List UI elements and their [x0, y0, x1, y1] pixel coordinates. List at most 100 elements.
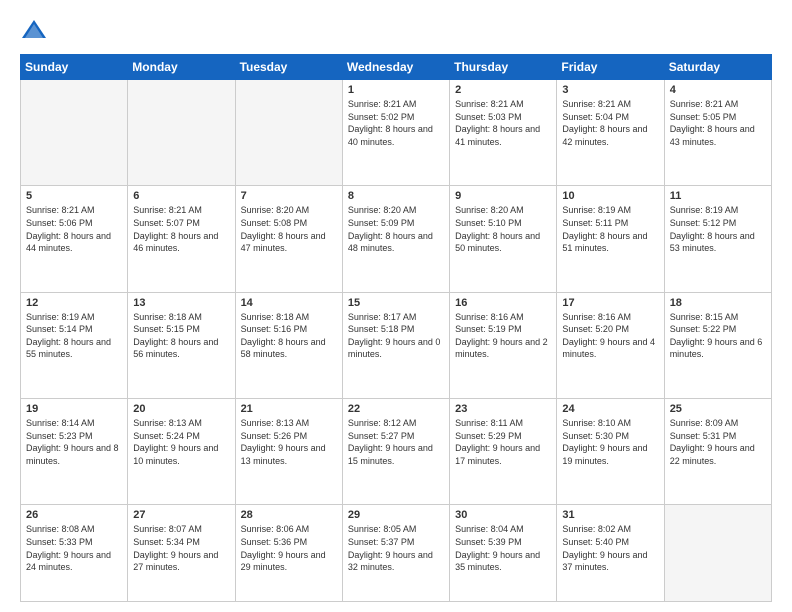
day-info: Sunrise: 8:06 AMSunset: 5:36 PMDaylight:…	[241, 523, 337, 573]
calendar-day-cell: 26 Sunrise: 8:08 AMSunset: 5:33 PMDayligh…	[21, 505, 128, 602]
calendar-header-row: SundayMondayTuesdayWednesdayThursdayFrid…	[21, 55, 772, 80]
day-number: 11	[670, 190, 766, 202]
calendar-day-cell: 10 Sunrise: 8:19 AMSunset: 5:11 PMDayligh…	[557, 186, 664, 292]
calendar-week-row: 1 Sunrise: 8:21 AMSunset: 5:02 PMDaylight…	[21, 80, 772, 186]
calendar-day-cell: 22 Sunrise: 8:12 AMSunset: 5:27 PMDayligh…	[342, 398, 449, 504]
day-info: Sunrise: 8:21 AMSunset: 5:02 PMDaylight:…	[348, 98, 444, 148]
day-info: Sunrise: 8:13 AMSunset: 5:26 PMDaylight:…	[241, 417, 337, 467]
day-number: 28	[241, 509, 337, 521]
day-info: Sunrise: 8:05 AMSunset: 5:37 PMDaylight:…	[348, 523, 444, 573]
calendar-week-row: 12Sunrise: 8:19 AMSunset: 5:14 PMDayligh…	[21, 292, 772, 398]
calendar-day-cell: 24 Sunrise: 8:10 AMSunset: 5:30 PMDayligh…	[557, 398, 664, 504]
day-number: 22	[348, 403, 444, 415]
calendar-day-cell: 3 Sunrise: 8:21 AMSunset: 5:04 PMDaylight…	[557, 80, 664, 186]
day-number: 6	[133, 190, 229, 202]
calendar-table: SundayMondayTuesdayWednesdayThursdayFrid…	[20, 54, 772, 602]
calendar-day-cell: 11 Sunrise: 8:19 AMSunset: 5:12 PMDayligh…	[664, 186, 771, 292]
day-info: Sunrise: 8:14 AMSunset: 5:23 PMDaylight:…	[26, 417, 122, 467]
day-of-week-header: Sunday	[21, 55, 128, 80]
day-number: 5	[26, 190, 122, 202]
calendar-day-cell: 17 Sunrise: 8:16 AMSunset: 5:20 PMDayligh…	[557, 292, 664, 398]
day-number: 4	[670, 84, 766, 96]
calendar-day-cell: 23Sunrise: 8:11 AMSunset: 5:29 PMDayligh…	[450, 398, 557, 504]
logo	[20, 16, 52, 44]
day-number: 23	[455, 403, 551, 415]
calendar-day-cell: 28 Sunrise: 8:06 AMSunset: 5:36 PMDayligh…	[235, 505, 342, 602]
calendar-day-cell: 16 Sunrise: 8:16 AMSunset: 5:19 PMDayligh…	[450, 292, 557, 398]
calendar-day-cell: 20 Sunrise: 8:13 AMSunset: 5:24 PMDayligh…	[128, 398, 235, 504]
day-info: Sunrise: 8:21 AMSunset: 5:07 PMDaylight:…	[133, 204, 229, 254]
day-info: Sunrise: 8:07 AMSunset: 5:34 PMDaylight:…	[133, 523, 229, 573]
day-number: 17	[562, 297, 658, 309]
day-number: 31	[562, 509, 658, 521]
calendar-week-row: 19 Sunrise: 8:14 AMSunset: 5:23 PMDayligh…	[21, 398, 772, 504]
day-number: 26	[26, 509, 122, 521]
calendar-day-cell: 30 Sunrise: 8:04 AMSunset: 5:39 PMDayligh…	[450, 505, 557, 602]
day-number: 15	[348, 297, 444, 309]
day-number: 9	[455, 190, 551, 202]
day-info: Sunrise: 8:20 AMSunset: 5:08 PMDaylight:…	[241, 204, 337, 254]
calendar-day-cell: 21Sunrise: 8:13 AMSunset: 5:26 PMDayligh…	[235, 398, 342, 504]
day-info: Sunrise: 8:16 AMSunset: 5:19 PMDaylight:…	[455, 311, 551, 361]
day-info: Sunrise: 8:20 AMSunset: 5:10 PMDaylight:…	[455, 204, 551, 254]
calendar-week-row: 26 Sunrise: 8:08 AMSunset: 5:33 PMDayligh…	[21, 505, 772, 602]
day-number: 2	[455, 84, 551, 96]
page: SundayMondayTuesdayWednesdayThursdayFrid…	[0, 0, 792, 612]
calendar-day-cell: 18 Sunrise: 8:15 AMSunset: 5:22 PMDayligh…	[664, 292, 771, 398]
day-of-week-header: Friday	[557, 55, 664, 80]
day-number: 24	[562, 403, 658, 415]
day-number: 20	[133, 403, 229, 415]
day-info: Sunrise: 8:16 AMSunset: 5:20 PMDaylight:…	[562, 311, 658, 361]
calendar-day-cell: 25 Sunrise: 8:09 AMSunset: 5:31 PMDayligh…	[664, 398, 771, 504]
day-number: 27	[133, 509, 229, 521]
day-info: Sunrise: 8:18 AMSunset: 5:16 PMDaylight:…	[241, 311, 337, 361]
day-info: Sunrise: 8:18 AMSunset: 5:15 PMDaylight:…	[133, 311, 229, 361]
calendar-day-cell: 14Sunrise: 8:18 AMSunset: 5:16 PMDayligh…	[235, 292, 342, 398]
calendar-day-cell: 7 Sunrise: 8:20 AMSunset: 5:08 PMDaylight…	[235, 186, 342, 292]
calendar-week-row: 5Sunrise: 8:21 AMSunset: 5:06 PMDaylight…	[21, 186, 772, 292]
day-info: Sunrise: 8:02 AMSunset: 5:40 PMDaylight:…	[562, 523, 658, 573]
calendar-day-cell: 15Sunrise: 8:17 AMSunset: 5:18 PMDayligh…	[342, 292, 449, 398]
day-of-week-header: Tuesday	[235, 55, 342, 80]
calendar-day-cell	[235, 80, 342, 186]
day-number: 19	[26, 403, 122, 415]
day-number: 18	[670, 297, 766, 309]
calendar-day-cell: 6 Sunrise: 8:21 AMSunset: 5:07 PMDaylight…	[128, 186, 235, 292]
day-number: 10	[562, 190, 658, 202]
day-number: 3	[562, 84, 658, 96]
calendar-day-cell: 12Sunrise: 8:19 AMSunset: 5:14 PMDayligh…	[21, 292, 128, 398]
day-info: Sunrise: 8:13 AMSunset: 5:24 PMDaylight:…	[133, 417, 229, 467]
day-info: Sunrise: 8:21 AMSunset: 5:04 PMDaylight:…	[562, 98, 658, 148]
day-info: Sunrise: 8:21 AMSunset: 5:05 PMDaylight:…	[670, 98, 766, 148]
calendar-day-cell: 2 Sunrise: 8:21 AMSunset: 5:03 PMDaylight…	[450, 80, 557, 186]
day-info: Sunrise: 8:12 AMSunset: 5:27 PMDaylight:…	[348, 417, 444, 467]
calendar-day-cell	[21, 80, 128, 186]
day-number: 16	[455, 297, 551, 309]
day-number: 7	[241, 190, 337, 202]
calendar-day-cell: 13Sunrise: 8:18 AMSunset: 5:15 PMDayligh…	[128, 292, 235, 398]
day-info: Sunrise: 8:09 AMSunset: 5:31 PMDaylight:…	[670, 417, 766, 467]
calendar-day-cell: 9 Sunrise: 8:20 AMSunset: 5:10 PMDaylight…	[450, 186, 557, 292]
calendar-day-cell: 4 Sunrise: 8:21 AMSunset: 5:05 PMDaylight…	[664, 80, 771, 186]
logo-icon	[20, 16, 48, 44]
day-info: Sunrise: 8:21 AMSunset: 5:03 PMDaylight:…	[455, 98, 551, 148]
calendar-day-cell: 1 Sunrise: 8:21 AMSunset: 5:02 PMDaylight…	[342, 80, 449, 186]
calendar-day-cell: 27 Sunrise: 8:07 AMSunset: 5:34 PMDayligh…	[128, 505, 235, 602]
header	[20, 16, 772, 44]
day-number: 25	[670, 403, 766, 415]
calendar-day-cell: 31 Sunrise: 8:02 AMSunset: 5:40 PMDayligh…	[557, 505, 664, 602]
calendar-day-cell	[664, 505, 771, 602]
day-info: Sunrise: 8:15 AMSunset: 5:22 PMDaylight:…	[670, 311, 766, 361]
day-info: Sunrise: 8:10 AMSunset: 5:30 PMDaylight:…	[562, 417, 658, 467]
day-number: 30	[455, 509, 551, 521]
calendar-day-cell	[128, 80, 235, 186]
day-info: Sunrise: 8:04 AMSunset: 5:39 PMDaylight:…	[455, 523, 551, 573]
day-of-week-header: Monday	[128, 55, 235, 80]
calendar-day-cell: 19 Sunrise: 8:14 AMSunset: 5:23 PMDayligh…	[21, 398, 128, 504]
day-info: Sunrise: 8:19 AMSunset: 5:12 PMDaylight:…	[670, 204, 766, 254]
day-number: 1	[348, 84, 444, 96]
day-info: Sunrise: 8:08 AMSunset: 5:33 PMDaylight:…	[26, 523, 122, 573]
day-info: Sunrise: 8:19 AMSunset: 5:11 PMDaylight:…	[562, 204, 658, 254]
calendar-day-cell: 5Sunrise: 8:21 AMSunset: 5:06 PMDaylight…	[21, 186, 128, 292]
day-number: 12	[26, 297, 122, 309]
